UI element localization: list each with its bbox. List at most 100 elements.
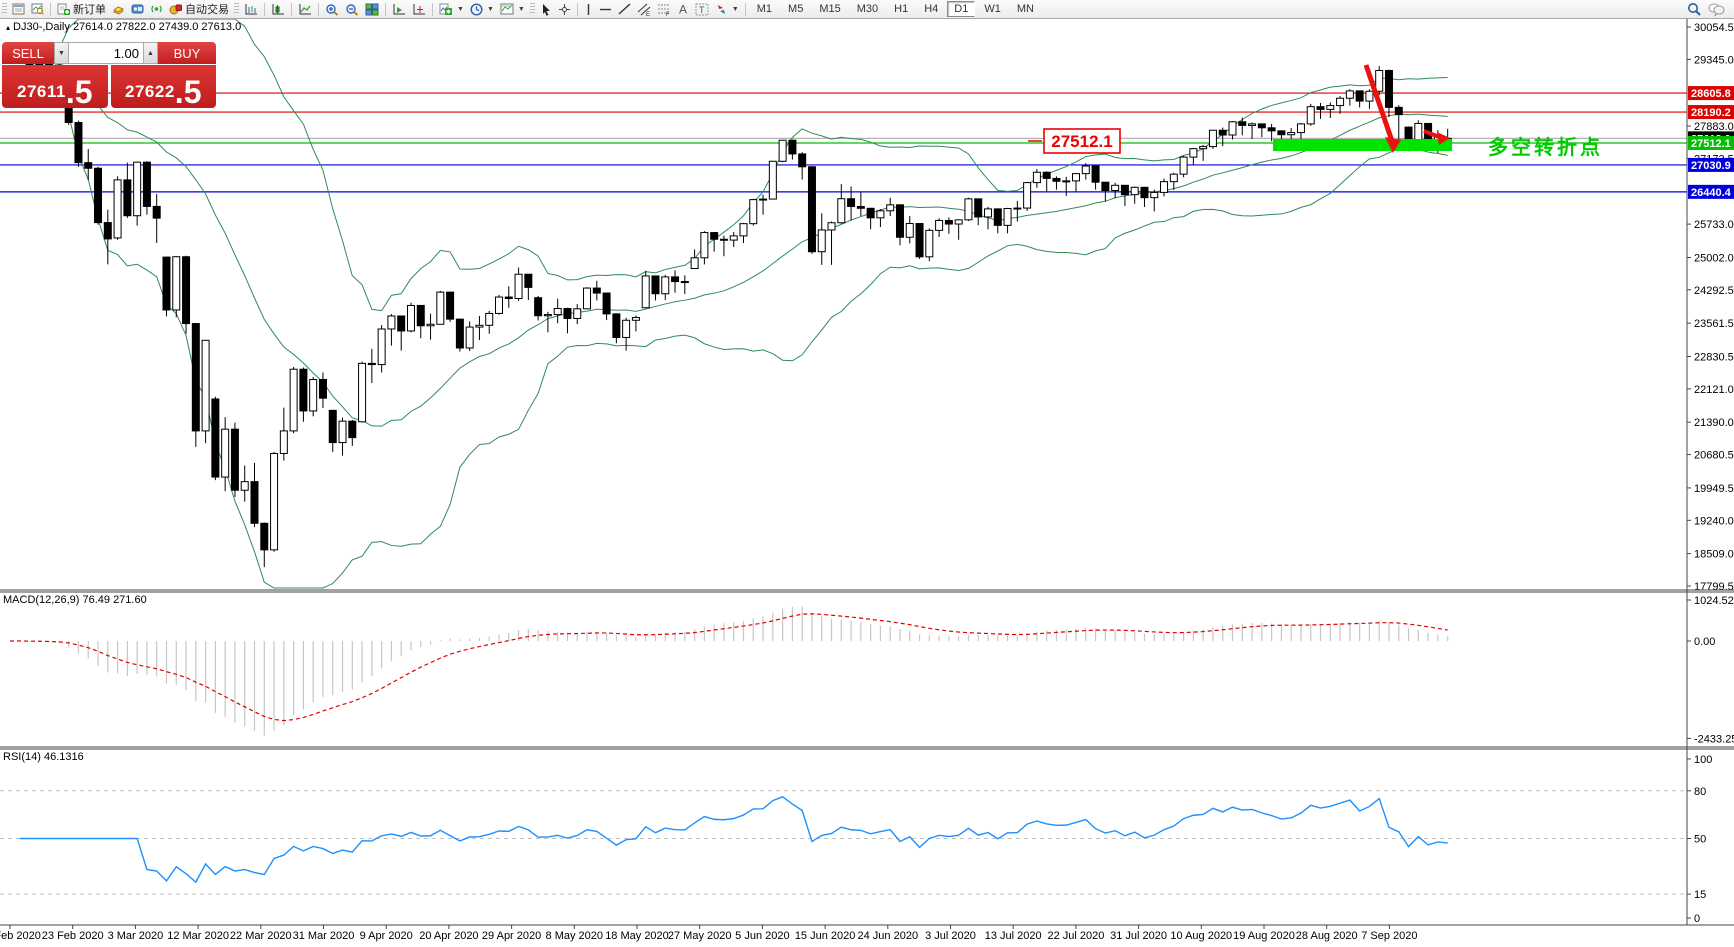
arrows-dropdown-caret[interactable]: ▼ <box>732 6 739 13</box>
toolbar-separator <box>432 2 433 16</box>
svg-text:F: F <box>666 12 670 16</box>
zoom-in-icon[interactable] <box>322 2 342 17</box>
periods-dropdown-caret[interactable]: ▼ <box>487 6 494 13</box>
periods-clock-icon[interactable]: ▼ <box>467 2 497 17</box>
support-zone-bar[interactable] <box>1273 139 1452 151</box>
svg-text:23 Feb 2020: 23 Feb 2020 <box>42 930 104 942</box>
volume-input[interactable] <box>69 42 143 64</box>
arrows-tool-icon[interactable]: ▼ <box>712 2 742 17</box>
price-tag-27512[interactable]: 27512.1 <box>1028 128 1121 154</box>
timeframe-m5[interactable]: M5 <box>781 1 810 17</box>
trendline-tool-icon[interactable] <box>615 2 634 16</box>
timeframe-m30[interactable]: M30 <box>850 1 885 17</box>
timeframe-h1[interactable]: H1 <box>887 1 915 17</box>
chat-icon[interactable] <box>1705 1 1728 17</box>
zoom-out-icon[interactable] <box>342 2 362 17</box>
new-order-button[interactable]: 新订单 <box>54 0 109 18</box>
bar-chart-icon[interactable] <box>241 2 261 17</box>
one-click-trading-panel: SELL ▼ ▲ BUY 27611.5 27622.5 <box>2 42 216 108</box>
horizontal-line-tool-icon[interactable] <box>596 3 615 16</box>
svg-text:22830.5: 22830.5 <box>1694 352 1734 364</box>
autotrading-button[interactable]: 自动交易 <box>166 0 232 18</box>
date-axis[interactable]: 13 Feb 202023 Feb 2020 3 Mar 202012 Mar 2… <box>0 924 1734 942</box>
rsi-panel[interactable]: 100 80 50 15 0 <box>0 754 1712 925</box>
indicators-icon[interactable]: ▼ <box>436 2 467 17</box>
tile-windows-icon[interactable] <box>362 2 382 17</box>
svg-text:1024.52: 1024.52 <box>1694 595 1734 607</box>
timeframe-w1[interactable]: W1 <box>977 1 1008 17</box>
chart-collapse-icon[interactable]: ▴ <box>6 23 10 32</box>
candlestick-chart-icon[interactable] <box>268 2 288 17</box>
chart-title: ▴ DJ30-,Daily 27614.0 27822.0 27439.0 276… <box>6 21 241 33</box>
svg-text:15: 15 <box>1694 889 1706 901</box>
turning-point-note[interactable]: 多空转折点 <box>1488 135 1603 159</box>
toolbar-separator <box>744 2 746 16</box>
svg-text:27512.1: 27512.1 <box>1691 138 1731 150</box>
svg-text:50: 50 <box>1694 834 1706 846</box>
macd-values: 76.49 271.60 <box>82 594 147 606</box>
svg-text:27 May 2020: 27 May 2020 <box>668 930 732 942</box>
timeframe-m15[interactable]: M15 <box>812 1 847 17</box>
toolbar-drag-handle[interactable] <box>2 3 7 15</box>
crosshair-icon[interactable] <box>555 2 574 17</box>
signals-icon[interactable] <box>147 2 166 16</box>
svg-text:80: 80 <box>1694 786 1706 798</box>
fibonacci-tool-icon[interactable]: F <box>654 2 674 17</box>
svg-text:26440.4: 26440.4 <box>1691 187 1732 199</box>
timeframe-m1[interactable]: M1 <box>750 1 779 17</box>
text-tool-icon[interactable]: A <box>674 2 692 16</box>
main-toolbar: 新订单 自动交易 ▼ ▼ ▼ E F A T ▼ M1 M5 M15 M30 H… <box>0 0 1734 19</box>
navigator-icon[interactable] <box>28 2 47 16</box>
svg-text:28 Aug 2020: 28 Aug 2020 <box>1296 930 1358 942</box>
line-chart-icon[interactable] <box>295 2 315 17</box>
svg-text:25733.0: 25733.0 <box>1694 219 1734 231</box>
buy-price-main: 27622 <box>125 82 175 101</box>
sell-button[interactable]: SELL <box>2 42 54 64</box>
auto-scroll-icon[interactable] <box>389 2 409 17</box>
channel-tool-icon[interactable]: E <box>634 2 654 17</box>
svg-text:0: 0 <box>1694 913 1700 925</box>
sell-price-button[interactable]: 27611.5 <box>2 65 108 108</box>
svg-text:A: A <box>679 3 687 15</box>
svg-text:T: T <box>699 5 705 15</box>
chart-low-value: 27439.0 <box>158 21 199 33</box>
svg-text:17799.5: 17799.5 <box>1694 581 1734 593</box>
volume-increase-button[interactable]: ▲ <box>143 42 158 64</box>
svg-text:28190.2: 28190.2 <box>1691 107 1731 119</box>
svg-text:E: E <box>646 12 650 16</box>
buy-price-fraction: .5 <box>174 73 202 110</box>
templates-dropdown-caret[interactable]: ▼ <box>518 6 525 13</box>
rsi-label: RSI(14) 46.1316 <box>3 751 84 763</box>
svg-text:19 Aug 2020: 19 Aug 2020 <box>1233 930 1295 942</box>
chart-open-value: 27614.0 <box>72 21 113 33</box>
chart-close-value: 27613.0 <box>201 21 242 33</box>
timeframe-h4[interactable]: H4 <box>917 1 945 17</box>
templates-icon[interactable]: ▼ <box>497 2 528 16</box>
svg-text:13 Jul 2020: 13 Jul 2020 <box>985 930 1042 942</box>
svg-text:27512.1: 27512.1 <box>1051 132 1112 151</box>
indicators-dropdown-caret[interactable]: ▼ <box>457 6 464 13</box>
toolbar-drag-handle[interactable] <box>529 3 535 15</box>
chart-area[interactable]: 27512.1多空转折点30054.529345.027883.027173.5… <box>0 0 1734 947</box>
buy-price-button[interactable]: 27622.5 <box>110 65 216 110</box>
search-icon[interactable] <box>1684 1 1705 17</box>
macd-panel[interactable]: 1024.52 0.00 -2433.25 <box>9 595 1734 745</box>
gold-icon[interactable] <box>109 3 128 16</box>
timeframe-mn[interactable]: MN <box>1010 1 1041 17</box>
timeframe-d1[interactable]: D1 <box>947 1 976 17</box>
svg-text:22121.0: 22121.0 <box>1694 384 1734 396</box>
toolbar-drag-handle[interactable] <box>234 3 239 15</box>
vertical-line-tool-icon[interactable] <box>581 2 596 17</box>
sell-price-main: 27611 <box>16 82 66 101</box>
macd-name: MACD(12,26,9) <box>3 594 80 606</box>
chart-shift-icon[interactable] <box>409 2 429 17</box>
buy-button[interactable]: BUY <box>158 42 216 64</box>
toolbar-separator <box>385 2 386 16</box>
svg-text:多空转折点: 多空转折点 <box>1488 135 1603 159</box>
metaeditor-icon[interactable] <box>128 2 147 16</box>
volume-decrease-button[interactable]: ▼ <box>54 42 69 64</box>
cursor-icon[interactable] <box>537 2 555 17</box>
market-watch-icon[interactable] <box>9 2 28 16</box>
text-label-tool-icon[interactable]: T <box>692 2 712 17</box>
svg-text:13 Feb 2020: 13 Feb 2020 <box>0 930 41 942</box>
